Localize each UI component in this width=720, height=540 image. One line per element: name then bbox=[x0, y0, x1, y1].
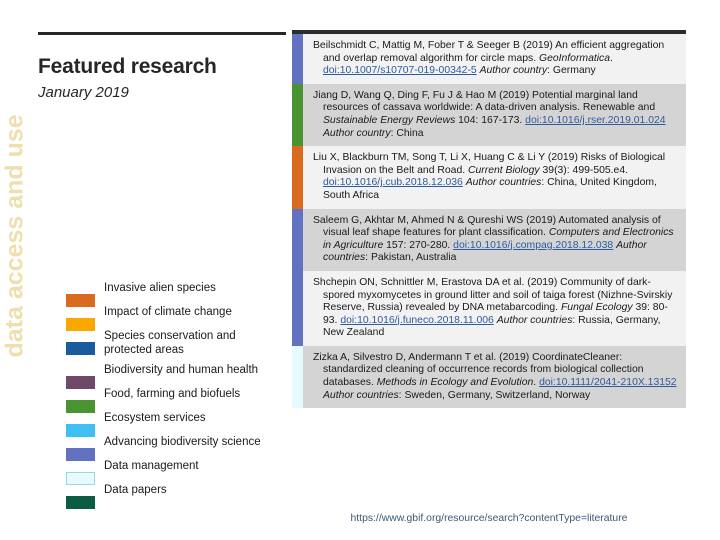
source-url-link[interactable]: https://www.gbif.org/resource/search?con… bbox=[292, 513, 686, 524]
citation-volume-pages: 157: 270-280. bbox=[383, 239, 454, 251]
citation-authors-title: Jiang D, Wang Q, Ding F, Fu J & Hao M (2… bbox=[313, 89, 656, 114]
citation-author-country-value: : China bbox=[390, 127, 424, 139]
publication-category-bar bbox=[292, 83, 303, 147]
publication-panel: Beilschmidt C, Mattig M, Fober T & Seege… bbox=[292, 30, 686, 524]
citation-journal: Current Biology bbox=[468, 164, 540, 176]
citation-volume-pages: 104: 167-173. bbox=[455, 114, 526, 126]
title-divider bbox=[38, 32, 286, 35]
legend-item: Biodiversity and human health bbox=[36, 363, 288, 389]
publication-entry: Beilschmidt C, Mattig M, Fober T & Seege… bbox=[292, 34, 686, 84]
legend-item: Advancing biodiversity science bbox=[36, 435, 288, 461]
publication-entry: Shchepin ON, Schnittler M, Erastova DA e… bbox=[292, 270, 686, 346]
legend-item: Ecosystem services bbox=[36, 411, 288, 437]
publication-citation: Saleem G, Akhtar M, Ahmed N & Qureshi WS… bbox=[303, 208, 686, 271]
citation-author-country-label: Author country bbox=[479, 65, 548, 77]
citation-doi-link[interactable]: doi:10.1016/j.funeco.2018.11.006 bbox=[340, 315, 494, 326]
publication-citation: Jiang D, Wang Q, Ding F, Fu J & Hao M (2… bbox=[303, 83, 686, 147]
legend-item-label: Biodiversity and human health bbox=[104, 364, 259, 376]
citation-journal: GeoInformatica bbox=[538, 52, 611, 64]
publication-entry: Liu X, Blackburn TM, Song T, Li X, Huang… bbox=[292, 146, 686, 209]
legend-item: Invasive alien species bbox=[36, 281, 288, 307]
publication-citation: Beilschmidt C, Mattig M, Fober T & Seege… bbox=[303, 34, 686, 84]
legend-item-label: Advancing biodiversity science bbox=[104, 436, 261, 448]
publication-list: Beilschmidt C, Mattig M, Fober T & Seege… bbox=[292, 34, 686, 409]
publication-citation: Zizka A, Silvestro D, Andermann T et al.… bbox=[303, 345, 686, 409]
citation-doi-link[interactable]: doi:10.1016/j.cub.2018.12.036 bbox=[323, 177, 463, 188]
citation-journal: Sustainable Energy Reviews bbox=[323, 114, 456, 126]
citation-doi-link[interactable]: doi:10.1007/s10707-019-00342-5 bbox=[323, 65, 477, 76]
legend-item: Data papers bbox=[36, 483, 288, 509]
legend-swatch bbox=[66, 496, 95, 509]
publication-category-bar bbox=[292, 34, 303, 84]
legend-item-label: Impact of climate change bbox=[104, 306, 232, 318]
legend-item: Data management bbox=[36, 459, 288, 485]
citation-doi-link[interactable]: doi:10.1016/j.compag.2018.12.038 bbox=[453, 240, 613, 251]
citation-doi-link[interactable]: doi:10.1111/2041-210X.13152 bbox=[539, 377, 677, 388]
side-banner-label: data access and use bbox=[0, 114, 29, 358]
citation-author-country-label: Author country bbox=[323, 127, 391, 139]
publication-category-bar bbox=[292, 208, 303, 271]
publication-category-bar bbox=[292, 345, 303, 409]
left-column: Featured research January 2019 Invasive … bbox=[36, 0, 288, 540]
legend-item-label: Species conservation and protected areas bbox=[104, 330, 236, 356]
legend-item: Food, farming and biofuels bbox=[36, 387, 288, 413]
page-subtitle: January 2019 bbox=[38, 84, 129, 101]
page-title: Featured research bbox=[38, 55, 217, 78]
publication-entry: Jiang D, Wang Q, Ding F, Fu J & Hao M (2… bbox=[292, 83, 686, 147]
legend-item: Impact of climate change bbox=[36, 305, 288, 331]
citation-journal: Methods in Ecology and Evolution bbox=[376, 377, 534, 389]
citation-volume-pages: . bbox=[610, 52, 613, 64]
publication-citation: Shchepin ON, Schnittler M, Erastova DA e… bbox=[303, 270, 686, 346]
publication-category-bar bbox=[292, 270, 303, 346]
citation-journal: Fungal Ecology bbox=[560, 302, 633, 314]
legend-item-label: Food, farming and biofuels bbox=[104, 388, 241, 400]
publication-entry: Saleem G, Akhtar M, Ahmed N & Qureshi WS… bbox=[292, 208, 686, 271]
publication-category-bar bbox=[292, 146, 303, 209]
legend-item-label: Invasive alien species bbox=[104, 282, 216, 294]
legend-item-label: Data papers bbox=[104, 484, 167, 496]
citation-doi-link[interactable]: doi:10.1016/j.rser.2019.01.024 bbox=[525, 115, 665, 126]
citation-author-country-label: Author countries bbox=[465, 177, 542, 189]
legend-item-label: Ecosystem services bbox=[104, 412, 206, 424]
publication-entry: Zizka A, Silvestro D, Andermann T et al.… bbox=[292, 345, 686, 409]
citation-author-country-label: Author countries bbox=[323, 389, 399, 401]
citation-author-country-label: Author countries bbox=[496, 314, 573, 326]
legend-item: Species conservation and protected areas bbox=[36, 329, 288, 363]
legend-item-label: Data management bbox=[104, 460, 199, 472]
citation-volume-pages: 39(3): 499-505.e4. bbox=[539, 164, 629, 176]
citation-author-country-value: : Germany bbox=[547, 65, 596, 77]
publication-citation: Liu X, Blackburn TM, Song T, Li X, Huang… bbox=[303, 146, 686, 209]
citation-author-country-value: : Sweden, Germany, Switzerland, Norway bbox=[398, 389, 591, 401]
category-legend: Invasive alien species Impact of climate … bbox=[36, 281, 288, 509]
legend-swatch bbox=[66, 342, 95, 355]
side-banner: data access and use bbox=[0, 0, 34, 540]
citation-author-country-value: : Pakistan, Australia bbox=[365, 252, 457, 264]
